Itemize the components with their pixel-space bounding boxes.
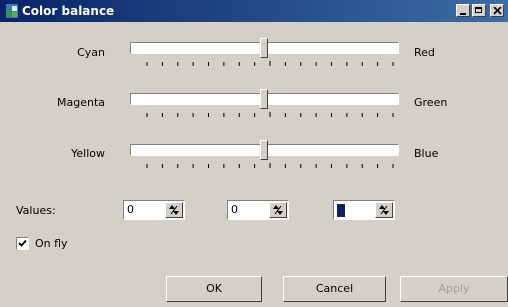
ok-button[interactable]: OK <box>166 276 262 302</box>
close-icon <box>493 7 502 15</box>
window-title: Color balance <box>22 4 115 18</box>
text-selection-highlight <box>337 204 345 217</box>
yellow-blue-slider-ticks <box>146 163 394 168</box>
yellow-blue-slider-thumb[interactable] <box>260 140 268 160</box>
app-icon <box>6 4 18 18</box>
maximize-button[interactable] <box>472 4 486 17</box>
cyan-label: Cyan <box>77 46 105 59</box>
magenta-green-slider-thumb[interactable] <box>260 89 268 109</box>
yellow-label: Yellow <box>71 147 105 160</box>
yellow-blue-spinner[interactable] <box>333 200 395 220</box>
red-label: Red <box>414 46 435 59</box>
close-button[interactable] <box>490 4 504 17</box>
cyan-red-slider-ticks <box>146 61 394 66</box>
blue-label: Blue <box>414 147 439 160</box>
cyan-red-spin-button[interactable] <box>165 202 183 218</box>
on-fly-checkbox[interactable] <box>16 237 29 250</box>
magenta-green-spinner[interactable] <box>227 200 289 220</box>
title-bar[interactable]: Color balance <box>0 0 508 22</box>
apply-button[interactable]: Apply <box>400 276 508 302</box>
spin-arrows-icon <box>379 205 389 215</box>
checkmark-icon <box>18 239 27 247</box>
minimize-button[interactable] <box>456 4 470 17</box>
values-label: Values: <box>16 204 56 217</box>
spin-arrows-icon <box>273 205 283 215</box>
cancel-button[interactable]: Cancel <box>283 276 386 302</box>
magenta-green-slider-ticks <box>146 112 394 117</box>
spin-arrows-icon <box>169 205 179 215</box>
on-fly-label[interactable]: On fly <box>35 237 68 250</box>
cyan-red-spinner[interactable] <box>123 200 185 220</box>
magenta-green-spin-button[interactable] <box>269 202 287 218</box>
magenta-green-value-input[interactable] <box>229 202 267 217</box>
cyan-red-slider-thumb[interactable] <box>260 38 268 58</box>
magenta-label: Magenta <box>56 96 105 109</box>
cyan-red-value-input[interactable] <box>125 202 163 217</box>
green-label: Green <box>414 96 448 109</box>
yellow-blue-spin-button[interactable] <box>375 202 393 218</box>
